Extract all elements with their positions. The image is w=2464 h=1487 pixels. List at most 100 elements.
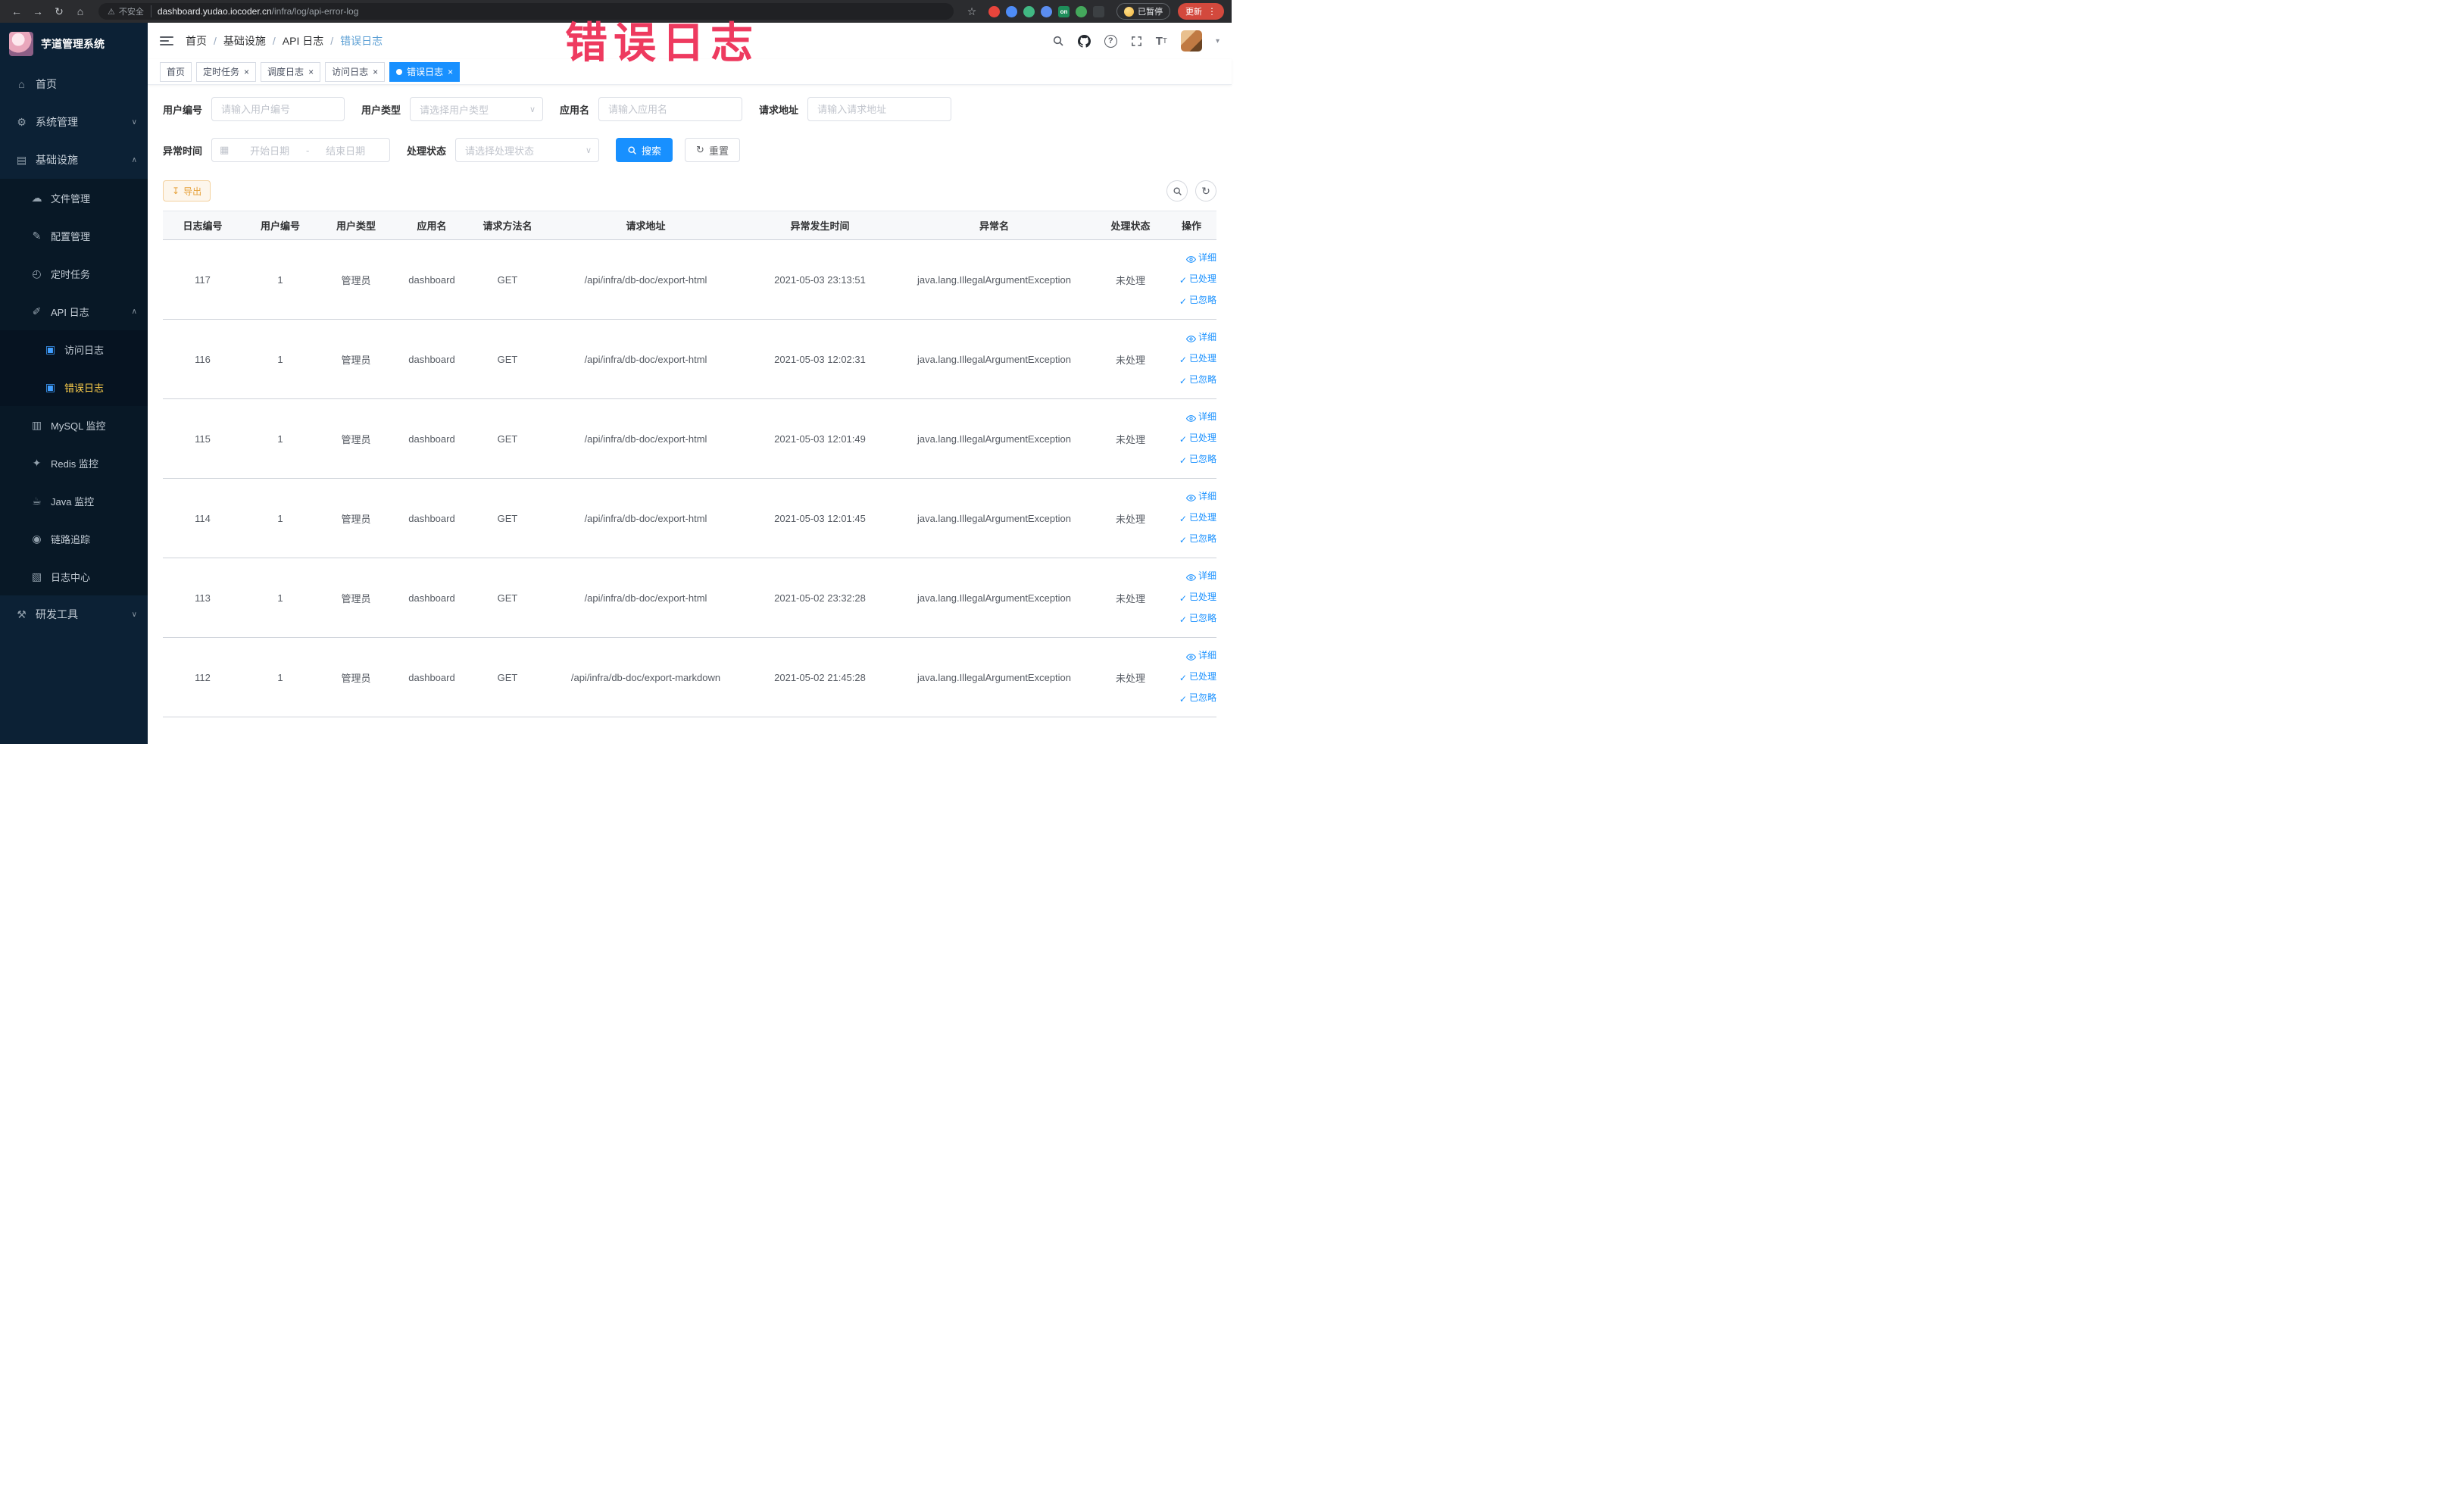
exception-time-range[interactable]: ▦ 开始日期 - 结束日期 — [211, 138, 391, 162]
processed-link[interactable]: ✓ 已处理 — [1166, 587, 1216, 608]
user-id-input[interactable] — [211, 97, 345, 121]
ignored-link[interactable]: ✓ 已忽略 — [1166, 529, 1216, 550]
menu-toggle-icon[interactable] — [160, 36, 173, 45]
sidebar-item-home[interactable]: ⌂ 首页 — [0, 65, 148, 103]
process-status-select[interactable]: 请选择处理状态 ∨ — [455, 138, 600, 162]
breadcrumb-item[interactable]: 首页 — [186, 33, 207, 48]
processed-link[interactable]: ✓ 已处理 — [1166, 667, 1216, 688]
security-chip[interactable]: ⚠ 不安全 — [108, 5, 151, 17]
update-button[interactable]: 更新 ⋮ — [1178, 3, 1224, 20]
main-area: 首页 / 基础设施 / API 日志 / 错误日志 ? TT ▾ 首页 定时任务 × 调度日志 × 访… — [148, 23, 1232, 744]
action-label: 已忽略 — [1188, 454, 1216, 464]
refresh-button[interactable]: ↻ — [1195, 180, 1216, 201]
tab-access-log[interactable]: 访问日志 × — [325, 61, 386, 82]
sidebar-item-dev-tools[interactable]: ⚒ 研发工具 ∨ — [0, 595, 148, 633]
cell-method: GET — [470, 319, 545, 399]
processed-link[interactable]: ✓ 已处理 — [1166, 508, 1216, 529]
sidebar-item-label: Java 监控 — [51, 495, 95, 508]
processed-link[interactable]: ✓ 已处理 — [1166, 428, 1216, 449]
detail-link[interactable]: 详细 — [1166, 248, 1216, 269]
user-type-select[interactable]: 请选择用户类型 ∨ — [410, 97, 544, 121]
sidebar-item-error-log[interactable]: ▣ 错误日志 — [0, 368, 148, 406]
sidebar-item-java-monitor[interactable]: ☕ Java 监控 — [0, 482, 148, 520]
sidebar-item-trace[interactable]: ◉ 链路追踪 — [0, 520, 148, 558]
extension-vue-devtools-icon[interactable] — [1023, 5, 1035, 17]
detail-link[interactable]: 详细 — [1166, 486, 1216, 508]
detail-link[interactable]: 详细 — [1166, 645, 1216, 667]
ignored-link[interactable]: ✓ 已忽略 — [1166, 688, 1216, 709]
tab-home[interactable]: 首页 — [160, 61, 192, 82]
logo[interactable]: 芋道管理系统 — [0, 23, 148, 65]
processed-link[interactable]: ✓ 已处理 — [1166, 269, 1216, 290]
extension-blue-grid-icon[interactable] — [1041, 5, 1052, 17]
tools-icon: ⚒ — [17, 608, 27, 620]
ignored-link[interactable]: ✓ 已忽略 — [1166, 608, 1216, 629]
cell-method: GET — [470, 478, 545, 558]
sidebar-item-file-management[interactable]: ☁ 文件管理 — [0, 179, 148, 217]
sidebar-item-api-log[interactable]: ✐ API 日志 ∧ — [0, 292, 148, 330]
check-icon: ✓ — [1179, 673, 1187, 683]
sidebar-item-infrastructure[interactable]: ▤ 基础设施 ∧ — [0, 141, 148, 179]
search-icon[interactable] — [1052, 35, 1064, 47]
request-url-input[interactable] — [807, 97, 952, 121]
sidebar-item-mysql-monitor[interactable]: ▥ MySQL 监控 — [0, 406, 148, 444]
tab-error-log[interactable]: 错误日志 × — [389, 61, 461, 82]
address-bar[interactable]: ⚠ 不安全 dashboard.yudao.iocoder.cn/infra/l… — [98, 3, 954, 20]
eye-icon — [1185, 567, 1197, 587]
sidebar-item-scheduled-task[interactable]: ◴ 定时任务 — [0, 255, 148, 292]
refresh-icon: ↻ — [696, 144, 704, 155]
sidebar-item-access-log[interactable]: ▣ 访问日志 — [0, 330, 148, 368]
breadcrumb-item[interactable]: 错误日志 — [340, 33, 383, 48]
table-header-row: 日志编号 用户编号 用户类型 应用名 请求方法名 请求地址 异常发生时间 异常名 处理状态 操作 — [163, 211, 1216, 240]
help-icon[interactable]: ? — [1104, 34, 1117, 48]
browser-home-icon[interactable]: ⌂ — [71, 2, 89, 20]
export-button[interactable]: ↧ 导出 — [163, 180, 211, 201]
tab-scheduled-task[interactable]: 定时任务 × — [196, 61, 257, 82]
sidebar-item-config-management[interactable]: ✎ 配置管理 — [0, 217, 148, 255]
close-icon[interactable]: × — [448, 67, 453, 77]
action-label: 已忽略 — [1188, 374, 1216, 385]
cell-exception: java.lang.IllegalArgumentException — [894, 239, 1095, 320]
extension-on-badge-icon[interactable]: on — [1058, 5, 1070, 17]
github-icon[interactable] — [1077, 34, 1091, 48]
sidebar-item-log-center[interactable]: ▧ 日志中心 — [0, 558, 148, 595]
extension-blue-drop-icon[interactable] — [1006, 5, 1017, 17]
detail-link[interactable]: 详细 — [1166, 407, 1216, 428]
breadcrumb-item[interactable]: API 日志 — [283, 33, 323, 48]
detail-link[interactable]: 详细 — [1166, 566, 1216, 587]
app-name-input[interactable] — [598, 97, 743, 121]
search-button[interactable]: 搜索 — [616, 138, 673, 162]
extension-leaf-icon[interactable] — [1076, 5, 1087, 17]
forward-icon[interactable]: → — [29, 2, 47, 20]
fullscreen-icon[interactable] — [1131, 36, 1142, 47]
close-icon[interactable]: × — [244, 67, 249, 77]
close-icon[interactable]: × — [308, 67, 314, 77]
font-size-icon[interactable]: TT — [1156, 35, 1167, 48]
search-toggle-button[interactable] — [1166, 180, 1188, 201]
ignored-link[interactable]: ✓ 已忽略 — [1166, 370, 1216, 391]
sidebar-item-redis-monitor[interactable]: ✦ Redis 监控 — [0, 444, 148, 482]
paused-badge[interactable]: 已暂停 — [1116, 3, 1170, 20]
cell-user_id: 1 — [242, 478, 318, 558]
caret-down-icon[interactable]: ▾ — [1216, 37, 1220, 45]
extension-pin-icon[interactable] — [1093, 5, 1104, 17]
reset-button[interactable]: ↻ 重置 — [685, 138, 740, 162]
ignored-link[interactable]: ✓ 已忽略 — [1166, 290, 1216, 311]
extension-red-circle-icon[interactable] — [988, 5, 1000, 17]
processed-link[interactable]: ✓ 已处理 — [1166, 348, 1216, 370]
eye-icon — [1185, 329, 1197, 348]
download-icon: ↧ — [172, 186, 180, 196]
ignored-link[interactable]: ✓ 已忽略 — [1166, 449, 1216, 470]
kebab-menu-icon[interactable]: ⋮ — [1207, 6, 1216, 17]
bookmark-star-icon[interactable]: ☆ — [963, 2, 981, 20]
close-icon[interactable]: × — [373, 67, 378, 77]
user-avatar[interactable] — [1180, 30, 1202, 52]
breadcrumb-item[interactable]: 基础设施 — [223, 33, 266, 48]
reload-icon[interactable]: ↻ — [50, 2, 68, 20]
sidebar-item-system-management[interactable]: ⚙ 系统管理 ∨ — [0, 103, 148, 141]
action-label: 已处理 — [1188, 273, 1216, 284]
tab-schedule-log[interactable]: 调度日志 × — [261, 61, 321, 82]
detail-link[interactable]: 详细 — [1166, 327, 1216, 348]
column-header: 异常名 — [894, 211, 1095, 240]
back-icon[interactable]: ← — [8, 2, 26, 20]
